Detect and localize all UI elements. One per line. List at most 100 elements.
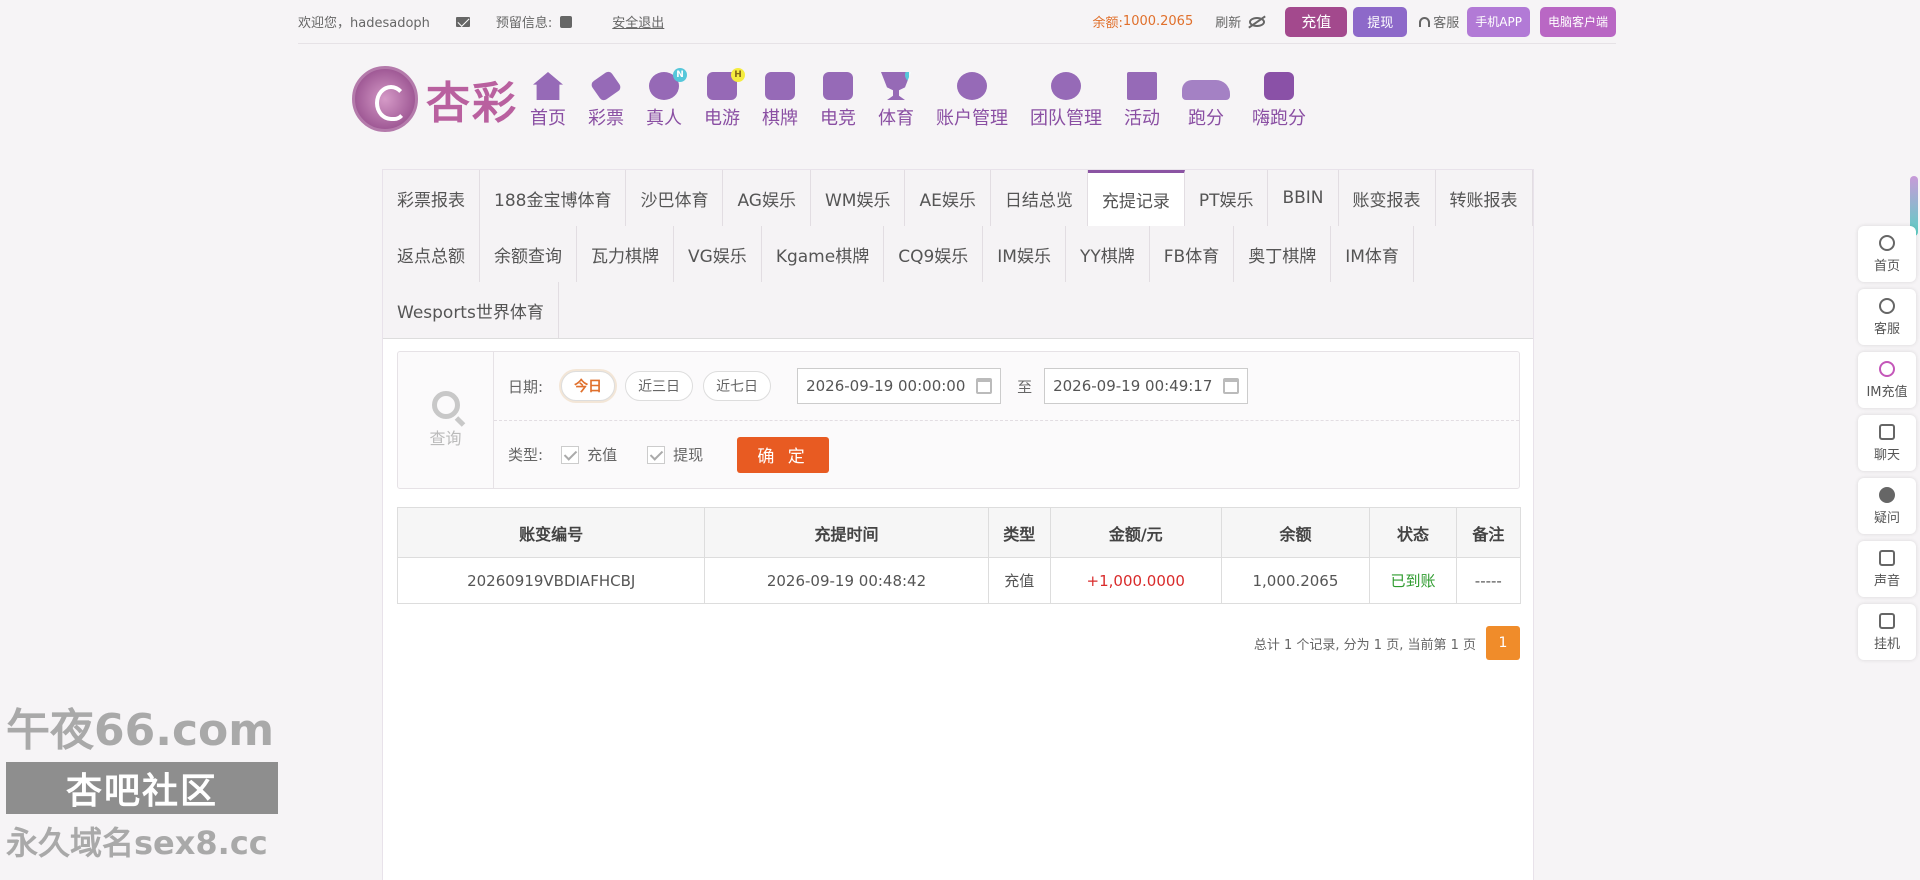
team-icon xyxy=(1051,72,1081,100)
nav-badge: N xyxy=(905,72,911,82)
tab-12[interactable]: 返点总额 xyxy=(383,226,480,282)
tab-3[interactable]: AG娱乐 xyxy=(723,170,811,226)
tab-20[interactable]: FB体育 xyxy=(1150,226,1235,282)
date-range-pill-1[interactable]: 近三日 xyxy=(625,371,694,401)
float-item-6[interactable]: 挂机 xyxy=(1858,604,1916,660)
pc-client-button[interactable]: 电脑客户端 xyxy=(1539,6,1616,37)
date-range-pills: 今日 近三日 近七日 xyxy=(561,371,781,401)
top-bar-right: 余额: 1000.2065 刷新 充值 提现 客服 手机APP 电脑客户端 xyxy=(1093,6,1616,37)
start-date-value: 2026-09-19 00:00:00 xyxy=(806,377,966,395)
nav-item-7[interactable]: 账户管理 xyxy=(936,72,1008,130)
tab-2[interactable]: 沙巴体育 xyxy=(626,170,724,226)
float-item-1[interactable]: 客服 xyxy=(1858,289,1916,345)
question-icon xyxy=(1879,486,1895,503)
date-range-pill-0[interactable]: 今日 xyxy=(561,371,616,401)
nav-item-0[interactable]: 首页 xyxy=(530,72,566,130)
float-item-5[interactable]: 声音 xyxy=(1858,541,1916,597)
type-recharge-label: 充值 xyxy=(587,446,618,464)
nav-item-1[interactable]: 彩票 xyxy=(588,69,624,130)
tab-18[interactable]: IM娱乐 xyxy=(983,226,1066,282)
nav-item-5[interactable]: 电竞 xyxy=(820,72,856,130)
edit-icon[interactable] xyxy=(560,15,573,28)
nav-label: 嗨跑分 xyxy=(1252,108,1306,129)
checkbox-icon[interactable] xyxy=(647,445,666,464)
tab-14[interactable]: 瓦力棋牌 xyxy=(577,226,674,282)
confirm-button[interactable]: 确 定 xyxy=(737,436,830,473)
column-header: 账变编号 xyxy=(396,507,706,558)
tab-13[interactable]: 余额查询 xyxy=(480,226,577,282)
tab-22[interactable]: IM体育 xyxy=(1331,226,1414,282)
customer-service-link[interactable]: 客服 xyxy=(1433,12,1459,31)
arrow-up-icon xyxy=(1879,234,1895,251)
float-item-0[interactable]: 首页 xyxy=(1858,226,1916,282)
logout-link[interactable]: 安全退出 xyxy=(612,12,664,31)
end-date-input[interactable]: 2026-09-19 00:49:17 xyxy=(1044,368,1249,404)
start-date-input[interactable]: 2026-09-19 00:00:00 xyxy=(797,368,1002,404)
tab-17[interactable]: CQ9娱乐 xyxy=(884,226,984,282)
tab-23[interactable]: Wesports世界体育 xyxy=(383,282,559,338)
nav-item-9[interactable]: 活动 xyxy=(1124,72,1160,130)
tab-4[interactable]: WM娱乐 xyxy=(811,170,906,226)
refresh-link[interactable]: 刷新 xyxy=(1215,12,1241,31)
headset-icon xyxy=(1419,16,1431,27)
query-side: 查询 xyxy=(398,352,494,488)
tab-6[interactable]: 日结总览 xyxy=(991,170,1088,226)
nav-item-8[interactable]: 团队管理 xyxy=(1030,72,1102,130)
nav-label: 活动 xyxy=(1124,108,1160,129)
nav-item-11[interactable]: 嗨跑分 xyxy=(1252,72,1306,130)
headset-icon xyxy=(1879,297,1895,314)
watermark-line-1: 午夜66.com xyxy=(6,705,275,756)
tab-15[interactable]: VG娱乐 xyxy=(674,226,762,282)
logo-emblem-icon xyxy=(352,66,418,132)
tab-7[interactable]: 充提记录 xyxy=(1087,170,1185,226)
float-item-3[interactable]: 聊天 xyxy=(1858,415,1916,471)
lottery-ticket-icon xyxy=(589,69,623,103)
nav-label: 彩票 xyxy=(588,108,624,129)
float-item-4[interactable]: 疑问 xyxy=(1858,478,1916,534)
car-icon xyxy=(1182,80,1230,100)
date-label: 日期: xyxy=(508,377,544,396)
speaker-icon xyxy=(1879,549,1895,566)
site-logo[interactable]: 杏彩 xyxy=(352,66,518,132)
checkbox-icon[interactable] xyxy=(561,445,580,464)
float-item-2[interactable]: IM充值 xyxy=(1858,352,1916,408)
query-form: 查询 日期: 今日 近三日 近七日 2026-09-19 00:00:00 至 20… xyxy=(397,351,1520,489)
nav-item-3[interactable]: H 电游 xyxy=(704,68,745,130)
date-range-pill-2[interactable]: 近七日 xyxy=(703,371,772,401)
tab-9[interactable]: BBIN xyxy=(1268,170,1339,226)
tab-11[interactable]: 转账报表 xyxy=(1436,170,1533,226)
nav-item-2[interactable]: N 真人 xyxy=(646,68,687,130)
type-recharge-checkbox[interactable]: 充值 xyxy=(561,444,617,465)
hide-balance-icon[interactable] xyxy=(1249,16,1266,27)
column-header: 状态 xyxy=(1369,507,1457,558)
cards-icon xyxy=(765,72,795,100)
nav-label: 电竞 xyxy=(820,108,856,129)
calendar-icon[interactable] xyxy=(1223,378,1240,394)
gift-icon xyxy=(1127,72,1157,100)
tab-19[interactable]: YY棋牌 xyxy=(1066,226,1150,282)
tab-10[interactable]: 账变报表 xyxy=(1339,170,1436,226)
logo-text: 杏彩 xyxy=(426,78,518,129)
tab-8[interactable]: PT娱乐 xyxy=(1185,170,1269,226)
mobile-app-button[interactable]: 手机APP xyxy=(1467,6,1530,37)
page-button-current[interactable]: 1 xyxy=(1486,626,1520,660)
float-item-label: 聊天 xyxy=(1873,447,1900,463)
tab-1[interactable]: 188金宝博体育 xyxy=(480,170,627,226)
float-item-label: 首页 xyxy=(1873,258,1900,274)
recharge-button[interactable]: 充值 xyxy=(1285,6,1348,37)
main-nav: 首页 彩票 N 真人 H 电游 棋牌 电竞 N 体育 账户管理 团队管理 活动 跑分 嗨跑分 xyxy=(530,68,1328,130)
withdraw-button[interactable]: 提现 xyxy=(1353,6,1408,37)
calendar-icon[interactable] xyxy=(976,378,993,394)
tab-5[interactable]: AE娱乐 xyxy=(905,170,991,226)
nav-item-6[interactable]: N 体育 xyxy=(878,72,914,130)
tab-21[interactable]: 奥丁棋牌 xyxy=(1234,226,1332,282)
tab-0[interactable]: 彩票报表 xyxy=(383,170,480,226)
type-withdraw-checkbox[interactable]: 提现 xyxy=(647,444,703,465)
table-row: 20260919VBDIAFHCBJ 2026-09-19 00:48:42 充值 +… xyxy=(396,557,1522,604)
table-cell: 1,000.2065 xyxy=(1220,557,1371,604)
floating-toolbar: 首页客服 IM充值聊天疑问声音挂机 xyxy=(1858,226,1916,667)
nav-item-4[interactable]: 棋牌 xyxy=(762,72,798,130)
nav-item-10[interactable]: 跑分 xyxy=(1182,72,1230,130)
mail-icon[interactable] xyxy=(455,16,470,27)
tab-16[interactable]: Kgame棋牌 xyxy=(762,226,885,282)
